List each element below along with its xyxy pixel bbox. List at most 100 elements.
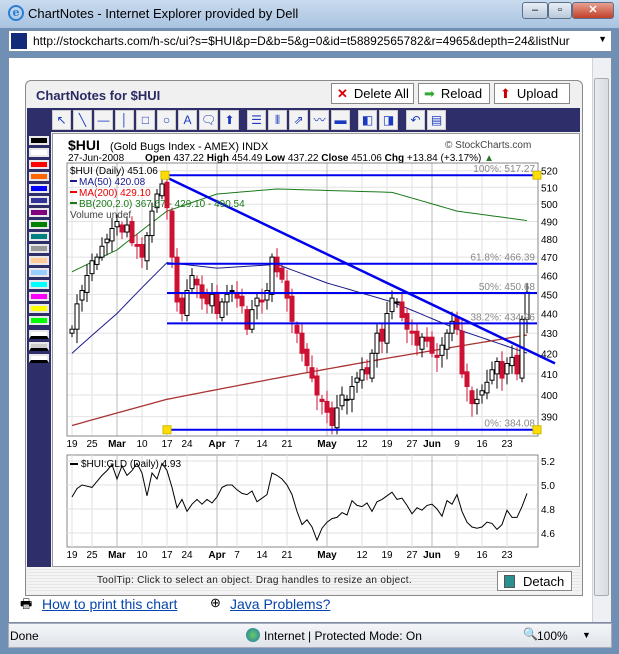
reload-button[interactable]: ➡ Reload bbox=[418, 83, 490, 104]
x-tick-label: 19 bbox=[381, 439, 393, 450]
close-button[interactable]: ✕ bbox=[572, 2, 614, 19]
candle bbox=[429, 336, 435, 354]
candle bbox=[294, 324, 300, 334]
candle bbox=[349, 386, 355, 400]
x-tick-label: 10 bbox=[136, 439, 148, 450]
scrollbar-thumb[interactable] bbox=[594, 78, 609, 596]
candle bbox=[489, 369, 495, 381]
address-dropdown-icon[interactable]: ▼ bbox=[598, 34, 607, 44]
candle bbox=[94, 256, 100, 265]
rectangle-tool[interactable]: □ bbox=[136, 110, 155, 130]
color-swatch[interactable] bbox=[29, 244, 49, 253]
callout-tool[interactable]: 🗨 bbox=[199, 110, 218, 130]
candle bbox=[244, 309, 250, 330]
color-swatch[interactable] bbox=[29, 292, 49, 301]
color-swatch[interactable] bbox=[29, 304, 49, 313]
line-width-swatch[interactable] bbox=[29, 330, 49, 339]
y-tick-label: 4.8 bbox=[541, 505, 555, 516]
line-tool[interactable]: ╲ bbox=[73, 110, 92, 130]
candle bbox=[344, 398, 350, 401]
candle bbox=[89, 260, 95, 275]
chart-symbol: $HUI bbox=[68, 137, 100, 153]
candle bbox=[104, 238, 110, 244]
detach-label: Detach bbox=[523, 573, 565, 589]
candle bbox=[364, 367, 370, 375]
candle bbox=[499, 360, 505, 379]
vertical-line-tool[interactable]: │ bbox=[115, 110, 134, 130]
stock-chart[interactable]: $HUI (Gold Bugs Index - AMEX) INDX © Sto… bbox=[52, 133, 580, 567]
color-swatch[interactable] bbox=[29, 256, 49, 265]
chart-subtitle: (Gold Bugs Index - AMEX) INDX bbox=[110, 141, 269, 153]
color-swatch[interactable] bbox=[29, 268, 49, 277]
candle bbox=[79, 290, 85, 301]
delete-all-button[interactable]: ✕ Delete All bbox=[331, 83, 414, 104]
parallel-lines-tool[interactable]: ⇗ bbox=[289, 110, 308, 130]
color-swatch[interactable] bbox=[29, 232, 49, 241]
fibonacci-retracement-tool[interactable]: ☰ bbox=[247, 110, 266, 130]
url-text[interactable]: http://stockcharts.com/h-sc/ui?s=$HUI&p=… bbox=[33, 34, 593, 48]
select-tool[interactable]: ↖ bbox=[52, 110, 71, 130]
color-swatch[interactable] bbox=[29, 160, 49, 169]
x-tick-label: 21 bbox=[281, 439, 293, 450]
color-swatch[interactable] bbox=[29, 172, 49, 181]
address-bar[interactable]: http://stockcharts.com/h-sc/ui?s=$HUI&p=… bbox=[8, 30, 612, 52]
status-text: Done bbox=[10, 629, 39, 643]
help-plus-icon: ⊕ bbox=[210, 595, 221, 610]
maximize-button[interactable]: ▫ bbox=[548, 2, 572, 19]
y-tick-label: 470 bbox=[541, 253, 558, 264]
line-width-swatch[interactable] bbox=[29, 354, 49, 363]
candle bbox=[334, 407, 340, 429]
bring-forward-tool[interactable]: ◨ bbox=[379, 110, 398, 130]
trendline-tool[interactable]: 〰 bbox=[310, 110, 329, 130]
vertical-lines-tool[interactable]: ⦀ bbox=[268, 110, 287, 130]
undo-tool[interactable]: ↶ bbox=[406, 110, 425, 130]
legend-price: $HUI (Daily) 451.06 bbox=[70, 166, 158, 177]
color-swatch[interactable] bbox=[29, 184, 49, 193]
minimize-button[interactable]: – bbox=[522, 2, 548, 19]
zoom-dropdown-icon[interactable]: ▼ bbox=[582, 630, 591, 640]
color-swatch[interactable] bbox=[29, 316, 49, 325]
send-back-tool[interactable]: ◧ bbox=[358, 110, 377, 130]
zoom-level[interactable]: 100% bbox=[537, 629, 568, 643]
arrow-tool[interactable]: ⬆ bbox=[220, 110, 239, 130]
detach-button[interactable]: Detach bbox=[497, 571, 572, 591]
x-tick-label: 27 bbox=[406, 550, 418, 561]
x-tick-label: 19 bbox=[66, 439, 78, 450]
java-problems-link[interactable]: Java Problems? bbox=[230, 596, 330, 612]
candle bbox=[404, 313, 410, 330]
color-swatch[interactable] bbox=[29, 280, 49, 289]
candle bbox=[474, 398, 480, 405]
x-tick-label: 24 bbox=[181, 550, 193, 561]
color-swatch[interactable] bbox=[29, 196, 49, 205]
x-tick-label: 16 bbox=[476, 550, 488, 561]
line-color-tool[interactable]: ▬ bbox=[331, 110, 350, 130]
legend-ma200: MA(200) 429.10 bbox=[79, 188, 151, 199]
color-swatch[interactable] bbox=[29, 136, 49, 145]
print-help-link[interactable]: How to print this chart bbox=[42, 596, 177, 612]
candle bbox=[414, 330, 420, 346]
candle bbox=[209, 293, 215, 307]
applet-title: ChartNotes for $HUI bbox=[36, 88, 161, 103]
candle bbox=[469, 390, 475, 405]
candle bbox=[439, 344, 445, 356]
upload-button[interactable]: ⬆ Upload bbox=[494, 83, 570, 104]
window-title: ChartNotes - Internet Explorer provided … bbox=[28, 6, 299, 21]
reload-label: Reload bbox=[440, 86, 483, 101]
horizontal-line-tool[interactable]: — bbox=[94, 110, 113, 130]
line-width-swatch[interactable] bbox=[29, 342, 49, 351]
indicator-legend: $HUI:GLD (Daily) 4.93 bbox=[81, 459, 181, 470]
x-tick-label: 12 bbox=[356, 550, 368, 561]
candle bbox=[259, 299, 265, 303]
candle bbox=[329, 407, 335, 426]
candle bbox=[359, 369, 365, 381]
ellipse-tool[interactable]: ○ bbox=[157, 110, 176, 130]
x-tick-label: Apr bbox=[208, 439, 225, 450]
text-tool[interactable]: A bbox=[178, 110, 197, 130]
printer-icon: 🖶 bbox=[20, 596, 33, 611]
candle bbox=[249, 309, 255, 330]
color-swatch[interactable] bbox=[29, 148, 49, 157]
color-swatch[interactable] bbox=[29, 208, 49, 217]
candle bbox=[269, 256, 275, 295]
properties-tool[interactable]: ▤ bbox=[427, 110, 446, 130]
color-swatch[interactable] bbox=[29, 220, 49, 229]
